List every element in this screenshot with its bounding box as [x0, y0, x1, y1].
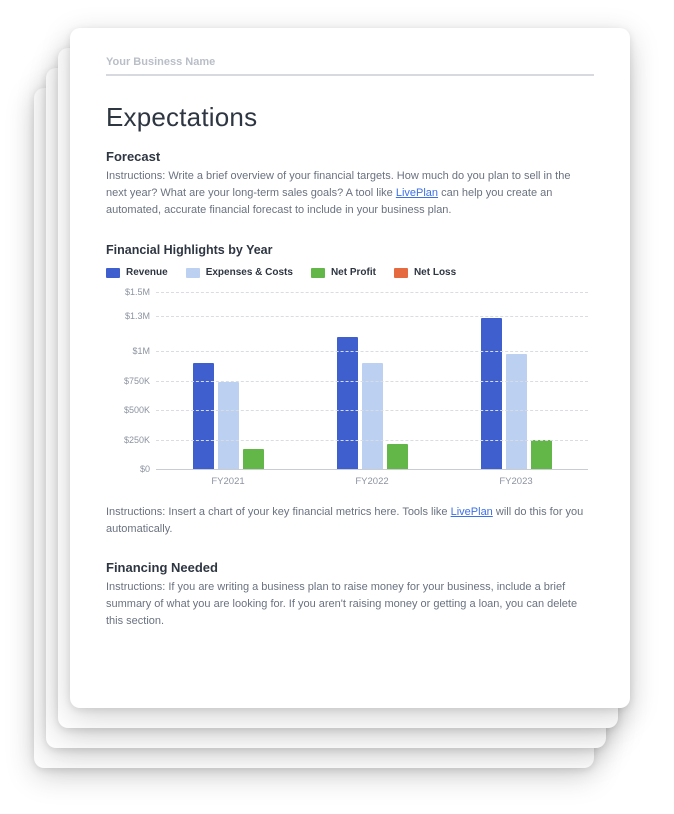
- grid-line: [156, 410, 588, 411]
- x-tick-label: FY2022: [300, 470, 444, 492]
- legend-label: Revenue: [126, 267, 168, 278]
- financing-body: Instructions: If you are writing a busin…: [106, 579, 594, 630]
- legend-item: Net Loss: [394, 267, 456, 278]
- y-tick-label: $1M: [106, 346, 150, 356]
- grid-line: [156, 292, 588, 293]
- bar: [218, 382, 239, 469]
- bar: [193, 363, 214, 469]
- bar-chart: $0$250K$500K$750K$1M$1.3M$1.5M FY2021FY2…: [106, 292, 594, 492]
- chart-caption-pre: Instructions: Insert a chart of your key…: [106, 506, 451, 518]
- page-title: Expectations: [106, 102, 594, 133]
- x-tick-label: FY2023: [444, 470, 588, 492]
- bar: [531, 440, 552, 470]
- financing-heading: Financing Needed: [106, 560, 594, 575]
- grid-line: [156, 316, 588, 317]
- grid-line: [156, 381, 588, 382]
- legend-label: Net Profit: [331, 267, 376, 278]
- bar: [243, 449, 264, 469]
- y-tick-label: $1.5M: [106, 287, 150, 297]
- chart-x-axis: FY2021FY2022FY2023: [156, 470, 588, 492]
- liveplan-link[interactable]: LivePlan: [396, 187, 438, 199]
- bar: [481, 318, 502, 469]
- liveplan-link-2[interactable]: LivePlan: [451, 506, 493, 518]
- legend-swatch: [106, 268, 120, 278]
- y-tick-label: $750K: [106, 376, 150, 386]
- legend-item: Net Profit: [311, 267, 376, 278]
- bar: [387, 444, 408, 469]
- chart-plot-area: $0$250K$500K$750K$1M$1.3M$1.5M: [156, 292, 588, 470]
- grid-line: [156, 440, 588, 441]
- legend-swatch: [311, 268, 325, 278]
- forecast-body: Instructions: Write a brief overview of …: [106, 168, 594, 219]
- x-tick-label: FY2021: [156, 470, 300, 492]
- legend-item: Revenue: [106, 267, 168, 278]
- y-tick-label: $1.3M: [106, 311, 150, 321]
- legend-item: Expenses & Costs: [186, 267, 293, 278]
- bar: [362, 363, 383, 469]
- bar: [337, 337, 358, 469]
- document-page: Your Business Name Expectations Forecast…: [70, 28, 630, 708]
- legend-label: Expenses & Costs: [206, 267, 293, 278]
- legend-swatch: [394, 268, 408, 278]
- chart-legend: Revenue Expenses & Costs Net Profit Net Los…: [106, 267, 594, 278]
- grid-line: [156, 351, 588, 352]
- y-tick-label: $500K: [106, 405, 150, 415]
- forecast-heading: Forecast: [106, 149, 594, 164]
- y-tick-label: $250K: [106, 435, 150, 445]
- page-stack: Your Business Name Expectations Forecast…: [0, 0, 560, 680]
- bar: [506, 354, 527, 470]
- business-name-placeholder: Your Business Name: [106, 56, 594, 76]
- legend-label: Net Loss: [414, 267, 456, 278]
- y-tick-label: $0: [106, 464, 150, 474]
- chart-title: Financial Highlights by Year: [106, 243, 594, 257]
- chart-caption: Instructions: Insert a chart of your key…: [106, 504, 594, 538]
- legend-swatch: [186, 268, 200, 278]
